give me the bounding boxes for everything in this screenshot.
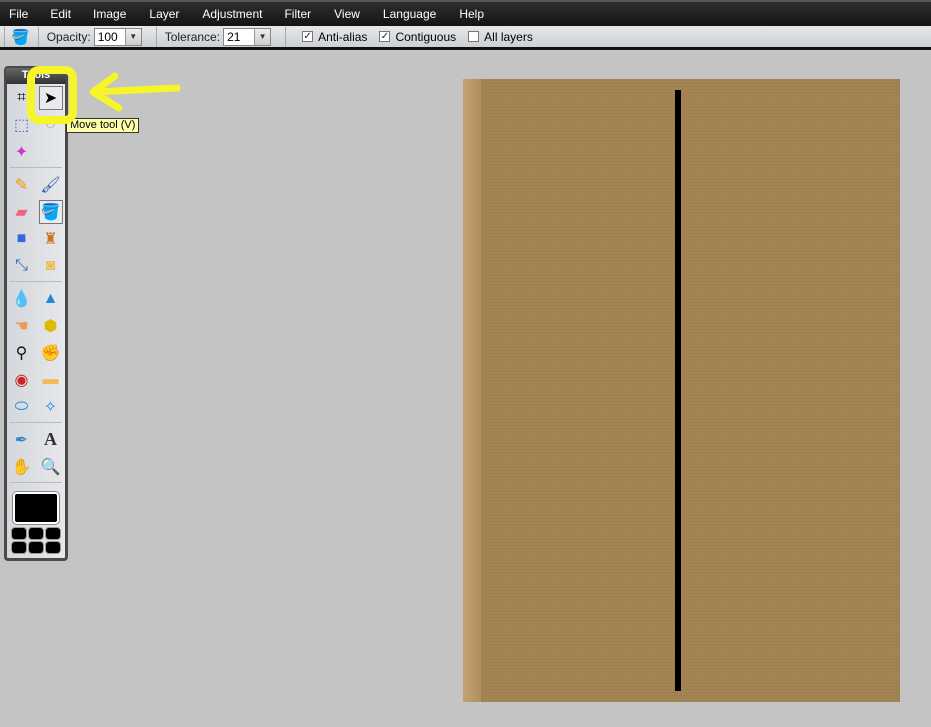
chevron-down-icon[interactable]: ▼ [254, 28, 271, 45]
color-replace-icon[interactable]: ⤡ [10, 254, 34, 278]
color-preset[interactable] [12, 528, 26, 539]
menu-bar: File Edit Image Layer Adjustment Filter … [0, 0, 931, 26]
contiguous-checkbox[interactable]: ✓ Contiguous [379, 30, 456, 44]
dodge-icon[interactable]: ⚲ [10, 341, 34, 365]
menu-help[interactable]: Help [459, 7, 484, 21]
menu-adjustment[interactable]: Adjustment [202, 7, 262, 21]
checkbox-box[interactable] [468, 31, 480, 42]
tolerance-value[interactable]: 21 [224, 29, 254, 45]
menu-file[interactable]: File [9, 7, 28, 21]
menu-layer[interactable]: Layer [149, 7, 179, 21]
move-tool-tooltip: Move tool (V) [66, 118, 140, 133]
foreground-color-swatch[interactable] [13, 492, 59, 524]
clone-stamp-icon[interactable]: ♜ [39, 227, 63, 251]
color-preset[interactable] [46, 528, 60, 539]
anti-alias-checkbox[interactable]: ✓ Anti-alias [302, 30, 367, 44]
eraser-icon[interactable]: ▰ [10, 200, 34, 224]
tools-panel: Tools ⌗ ➤ ⬚ ◌ ✦ ✎ 🖌 ▰ 🪣 ■ ♜ ⤡ ◙ 💧 ▲ ☚ ⬢ ⚲ ✊ ◉ ▬ ⬭ ✧… [4, 66, 68, 561]
menu-view[interactable]: View [334, 7, 360, 21]
anti-alias-label: Anti-alias [318, 29, 368, 44]
arrow-annotation-icon [89, 72, 181, 112]
color-preset[interactable] [46, 542, 60, 553]
chevron-down-icon[interactable]: ▼ [124, 28, 141, 45]
painted-black-line [675, 90, 681, 691]
color-preset[interactable] [29, 528, 43, 539]
image-canvas[interactable] [463, 79, 900, 702]
magic-wand-icon[interactable]: ✦ [10, 140, 34, 164]
tolerance-select[interactable]: 21 ▼ [223, 27, 272, 46]
tolerance-label: Tolerance: [164, 29, 221, 44]
type-tool-icon[interactable]: A [39, 428, 63, 452]
options-toolbar: 🪣 Opacity: 100 ▼ Tolerance: 21 ▼ ✓ Anti-ali… [0, 26, 931, 50]
spot-heal-icon[interactable]: ▬ [39, 368, 63, 392]
paint-bucket-icon: 🪣 [11, 28, 30, 46]
opacity-label: Opacity: [46, 29, 91, 44]
pencil-icon[interactable]: ✎ [10, 173, 34, 197]
paint-bucket-icon[interactable]: 🪣 [38, 199, 63, 224]
hand-tool-icon[interactable]: ✋ [10, 455, 34, 479]
gradient-icon[interactable]: ■ [10, 227, 34, 251]
red-eye-icon[interactable]: ◉ [10, 368, 34, 392]
color-preset[interactable] [29, 542, 43, 553]
color-preset[interactable] [12, 542, 26, 553]
zoom-tool-icon[interactable]: 🔍 [39, 455, 63, 479]
all-layers-checkbox[interactable]: All layers [468, 30, 533, 44]
checkmark-icon[interactable]: ✓ [302, 31, 314, 42]
smudge-icon[interactable]: ☚ [10, 314, 34, 338]
burn-icon[interactable]: ✊ [39, 341, 63, 365]
book-spine [463, 79, 481, 702]
all-layers-label: All layers [484, 29, 533, 44]
highlight-annotation [27, 66, 77, 124]
sharpen-icon[interactable]: ▲ [39, 287, 63, 311]
color-presets [7, 528, 65, 553]
menu-language[interactable]: Language [383, 7, 436, 21]
contiguous-label: Contiguous [395, 29, 457, 44]
sponge-icon[interactable]: ⬢ [39, 314, 63, 338]
checkmark-icon[interactable]: ✓ [379, 31, 391, 42]
menu-filter[interactable]: Filter [284, 7, 311, 21]
menu-image[interactable]: Image [93, 7, 126, 21]
menu-edit[interactable]: Edit [50, 7, 71, 21]
opacity-value[interactable]: 100 [95, 29, 125, 45]
shape-icon[interactable]: ◙ [39, 254, 63, 278]
pinch-icon[interactable]: ✧ [39, 395, 63, 419]
brush-icon[interactable]: 🖌 [39, 173, 63, 197]
blur-icon[interactable]: 💧 [10, 287, 34, 311]
opacity-select[interactable]: 100 ▼ [93, 27, 142, 46]
color-picker-icon[interactable]: ✒ [10, 428, 34, 452]
bloat-icon[interactable]: ⬭ [10, 395, 34, 419]
